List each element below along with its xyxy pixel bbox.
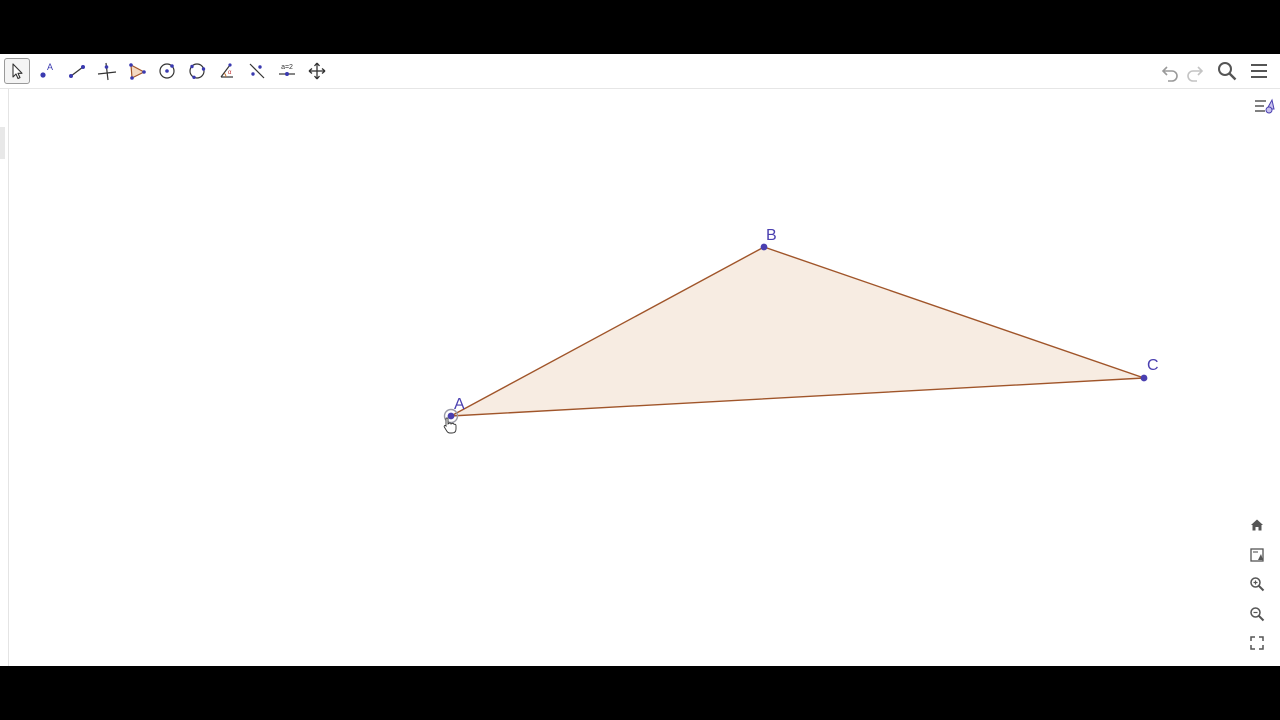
search-icon <box>1218 62 1237 81</box>
geogebra-app: A α a=2 A B C <box>0 54 1280 666</box>
undo-icon <box>1161 66 1178 82</box>
graphics-settings-button[interactable] <box>1247 545 1267 565</box>
move-graphics-view-icon <box>308 62 326 80</box>
angle-tool-button[interactable]: α <box>214 58 240 84</box>
point-b-label: B <box>766 227 777 244</box>
circle-center-point-tool-button[interactable] <box>154 58 180 84</box>
algebra-view-drag-handle[interactable] <box>0 127 5 159</box>
svg-text:α: α <box>228 70 232 76</box>
perpendicular-line-tool-button[interactable] <box>94 58 120 84</box>
zoom-in-button[interactable] <box>1247 574 1267 594</box>
pointer-arrow-icon <box>12 63 23 80</box>
graphics-settings-icon <box>1250 548 1264 562</box>
standard-view-button[interactable] <box>1247 515 1267 535</box>
segment-tool-button[interactable] <box>64 58 90 84</box>
algebra-view-collapsed-rail[interactable] <box>0 89 9 666</box>
slider-tool-button[interactable]: a=2 <box>274 58 300 84</box>
point-icon: A <box>40 62 53 78</box>
undo-button[interactable] <box>1158 59 1182 83</box>
move-graphics-view-tool-button[interactable] <box>304 58 330 84</box>
zoom-out-icon <box>1250 607 1265 622</box>
reflect-tool-button[interactable] <box>244 58 270 84</box>
point-c-label: C <box>1147 357 1159 374</box>
fullscreen-button[interactable] <box>1247 633 1267 653</box>
slider-tool-text: a=2 <box>281 64 293 71</box>
circle-three-points-icon <box>189 63 206 79</box>
point-b[interactable] <box>760 243 768 251</box>
style-bar-icon <box>1255 98 1275 114</box>
hand-cursor-icon <box>443 417 457 434</box>
polygon-icon <box>129 63 146 80</box>
menu-icon <box>1251 64 1267 78</box>
svg-text:A: A <box>47 62 53 72</box>
zoom-in-icon <box>1250 577 1265 592</box>
reflect-about-line-icon <box>249 63 265 79</box>
polygon-tool-button[interactable] <box>124 58 150 84</box>
home-icon <box>1251 519 1263 531</box>
slider-icon: a=2 <box>279 64 295 76</box>
segment-icon <box>69 65 85 78</box>
circle-three-points-tool-button[interactable] <box>184 58 210 84</box>
point-tool-button[interactable]: A <box>34 58 60 84</box>
main-menu-button[interactable] <box>1247 59 1271 83</box>
graphics-canvas[interactable]: A B C <box>9 89 1280 666</box>
toolbar: A α a=2 <box>0 54 1280 89</box>
graphics-view[interactable]: A B C <box>9 89 1280 666</box>
perpendicular-line-icon <box>97 62 117 81</box>
redo-icon <box>1187 66 1204 82</box>
zoom-out-button[interactable] <box>1247 604 1267 624</box>
style-bar-toggle-button[interactable] <box>1252 94 1276 118</box>
angle-icon: α <box>220 63 233 78</box>
circle-center-point-icon <box>159 63 175 79</box>
point-c[interactable] <box>1140 374 1148 382</box>
search-button[interactable] <box>1215 59 1239 83</box>
triangle-polygon[interactable] <box>450 246 1145 417</box>
point-a-label: A <box>454 396 465 413</box>
point-a[interactable] <box>447 412 455 420</box>
move-tool-button[interactable] <box>4 58 30 84</box>
fullscreen-icon <box>1250 636 1264 650</box>
redo-button[interactable] <box>1183 59 1207 83</box>
